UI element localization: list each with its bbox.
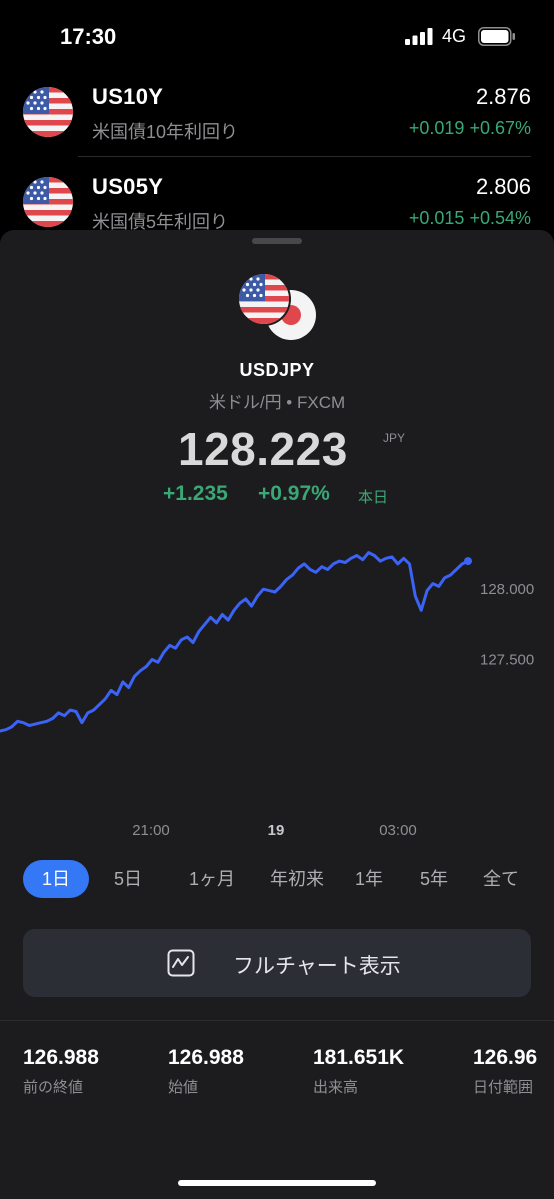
detail-name: 米ドル/円 • FXCM	[208, 393, 346, 412]
price-series-line	[0, 551, 470, 733]
symbol: US10Y	[92, 84, 164, 109]
stat-prev-close: 126.988 前の終値	[23, 1046, 99, 1097]
y-tick-label: 127.500	[480, 651, 534, 668]
stat-value: 126.988	[23, 1046, 99, 1069]
full-chart-label: フルチャート表示	[233, 955, 401, 978]
change-percent: +0.54%	[469, 208, 531, 228]
range-5y[interactable]: 5年	[408, 860, 460, 898]
last-price-marker	[464, 557, 472, 566]
stats-divider	[0, 1020, 554, 1021]
us-flag-icon	[23, 177, 73, 227]
full-chart-button[interactable]: フルチャート表示	[23, 929, 531, 997]
price: 2.876	[475, 84, 531, 109]
home-indicator	[178, 1180, 376, 1186]
range-1m[interactable]: 1ヶ月	[176, 860, 248, 898]
stat-open: 126.988 始値	[168, 1046, 244, 1097]
stat-label: 出来高	[313, 1079, 359, 1096]
symbol-detail-sheet: USDJPY 米ドル/円 • FXCM 128.223 JPY +1.235 +…	[0, 230, 554, 1199]
range-all[interactable]: 全て	[474, 860, 528, 898]
y-tick-label: 128.000	[480, 581, 534, 598]
detail-symbol: USDJPY	[239, 360, 315, 380]
range-1y[interactable]: 1年	[343, 860, 395, 898]
x-tick-label: 19	[268, 822, 285, 839]
symbol: US05Y	[92, 174, 164, 199]
detail-period: 本日	[358, 489, 389, 506]
change-value: +0.019	[408, 118, 465, 138]
range-selector: 1日 5日 1ヶ月 年初来 1年 5年 全て	[0, 858, 554, 902]
change-percent: +0.67%	[469, 118, 531, 138]
status-bar: 17:30 4G	[0, 0, 554, 70]
stat-value: 126.96	[473, 1046, 538, 1069]
range-1d[interactable]: 1日	[23, 860, 89, 898]
change: +0.015 +0.54%	[409, 208, 531, 229]
stat-label: 始値	[168, 1079, 199, 1096]
stat-volume: 181.651K 出来高	[313, 1046, 404, 1097]
price: 2.806	[475, 174, 531, 199]
cellular-signal-icon	[405, 28, 433, 45]
watchlist-row-us10y[interactable]: US10Y 米国債10年利回り 2.876 +0.019 +0.67%	[0, 66, 554, 156]
stat-label: 日付範囲	[473, 1079, 534, 1096]
range-5d[interactable]: 5日	[100, 860, 156, 898]
range-ytd[interactable]: 年初来	[262, 860, 332, 898]
change-value: +0.015	[408, 208, 465, 228]
stat-day-range: 126.96 日付範囲	[473, 1046, 537, 1097]
battery-icon	[478, 27, 515, 46]
us-flag-icon	[23, 87, 73, 137]
change: +0.019 +0.67%	[409, 118, 531, 139]
detail-change: +1.235	[163, 482, 228, 505]
usd-jpy-flags-icon	[238, 274, 318, 342]
sheet-grabber[interactable]	[252, 238, 302, 244]
x-tick-label: 03:00	[379, 822, 417, 839]
instrument-name: 米国債10年利回り	[92, 122, 239, 142]
stat-value: 181.651K	[313, 1046, 405, 1069]
detail-currency: JPY	[383, 431, 406, 445]
stat-value: 126.988	[168, 1046, 244, 1069]
status-time: 17:30	[60, 24, 117, 49]
detail-change-percent: +0.97%	[258, 482, 330, 505]
stat-label: 前の終値	[23, 1079, 84, 1096]
network-label: 4G	[442, 26, 467, 46]
detail-price: 128.223	[178, 423, 348, 475]
chart-icon	[167, 949, 195, 977]
price-chart[interactable]: 128.000 127.500 21:00 19 03:00	[0, 530, 554, 850]
x-tick-label: 21:00	[132, 822, 170, 839]
